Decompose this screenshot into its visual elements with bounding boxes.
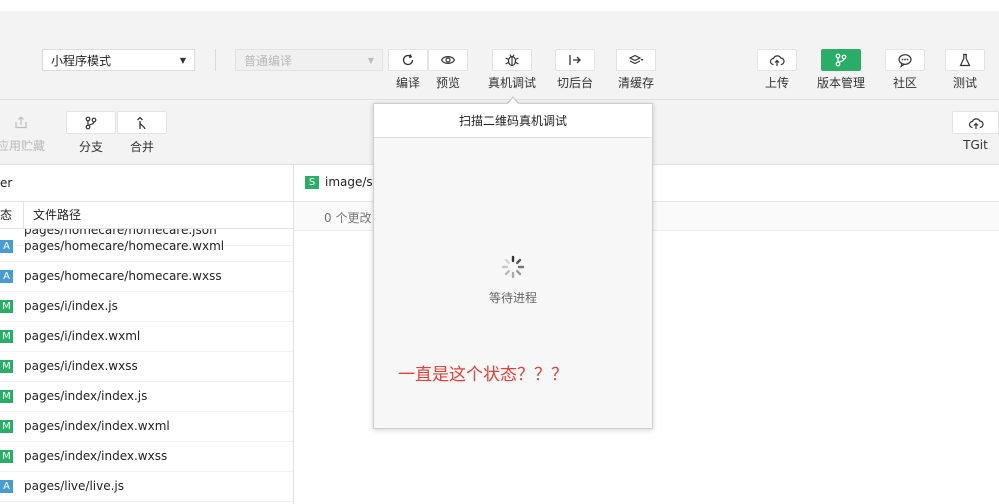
- status-badge: M: [0, 299, 13, 313]
- chevron-down-icon: ▼: [367, 55, 374, 65]
- refresh-icon: [402, 54, 414, 66]
- merge-label: 合并: [129, 140, 154, 154]
- remote-debug-label: 真机调试: [487, 76, 536, 90]
- status-badge: M: [0, 449, 13, 463]
- popup-header: 扫描二维码真机调试: [374, 104, 652, 138]
- loading-spinner-icon: [501, 255, 525, 279]
- status-badge: A: [0, 479, 13, 493]
- mode-select-value: 小程序模式: [51, 53, 112, 68]
- list-item[interactable]: Mpages/index/index.wxml: [0, 411, 293, 442]
- community-button[interactable]: [885, 49, 925, 71]
- preview-label: 预览: [435, 76, 460, 90]
- file-path: pages/i/index.js: [24, 299, 118, 313]
- remote-debug-popup: 扫描二维码真机调试 等待进程 一直是这个状态？？？: [373, 103, 653, 429]
- mode-select[interactable]: 小程序模式 ▼: [42, 49, 195, 71]
- toolbar-divider: [215, 49, 216, 71]
- compile-button[interactable]: [388, 49, 428, 71]
- stash-label: 应用贮藏: [0, 139, 45, 153]
- file-path: pages/live/live.js: [24, 479, 125, 493]
- list-item[interactable]: Apages/homecare/homecare.wxss: [0, 261, 293, 292]
- file-path: pages/i/index.wxss: [24, 359, 138, 373]
- clear-cache-button[interactable]: [616, 49, 656, 71]
- chat-icon: [898, 54, 912, 68]
- popup-title: 扫描二维码真机调试: [458, 114, 567, 128]
- chevron-down-icon: ▼: [179, 55, 186, 65]
- clear-cache-label: 清缓存: [617, 76, 654, 90]
- status-badge: M: [0, 329, 13, 343]
- stash-button[interactable]: [13, 114, 31, 132]
- file-path: pages/index/index.wxss: [24, 449, 168, 463]
- switch-background-icon: [569, 55, 581, 65]
- git-merge-icon: [137, 116, 146, 129]
- list-item[interactable]: Mpages/index/index.js: [0, 381, 293, 412]
- file-list[interactable]: pages/homecare/homecare.json Apages/home…: [0, 229, 293, 504]
- flask-icon: [959, 53, 971, 67]
- status-badge: M: [0, 419, 13, 433]
- changes-count: 0 个更改: [324, 211, 372, 225]
- branch-label: 分支: [78, 140, 103, 154]
- version-control-label: 版本管理: [816, 76, 865, 90]
- git-branch-icon: [835, 53, 847, 67]
- compile-label: 编译: [395, 76, 420, 90]
- git-branch-icon: [85, 116, 97, 129]
- test-label: 测试: [952, 76, 977, 90]
- tgit-label: TGit: [963, 138, 988, 152]
- remote-debug-button[interactable]: [492, 49, 532, 71]
- test-button[interactable]: [945, 49, 985, 71]
- switch-background-label: 切后台: [556, 76, 593, 90]
- annotation-text: 一直是这个状态？？？: [398, 365, 568, 385]
- list-item[interactable]: Mpages/i/index.wxml: [0, 321, 293, 352]
- list-item[interactable]: Apages/homecare/homecare.wxml: [0, 231, 293, 262]
- upload-button[interactable]: [757, 49, 797, 71]
- tgit-button[interactable]: [952, 111, 999, 134]
- column-divider: [23, 201, 24, 228]
- popup-status: 等待进程: [488, 291, 537, 305]
- eye-icon: [440, 56, 456, 64]
- main-toolbar: 小程序模式 ▼ 普通编译 ▼ 编译 预览 真机调试 切后台 清缓存 上传 版本管…: [0, 11, 999, 100]
- column-header-row: 态 文件路径: [0, 201, 293, 229]
- panel-header-title: er: [0, 176, 13, 190]
- file-path: pages/homecare/homecare.wxml: [24, 239, 225, 253]
- list-item[interactable]: Mpages/i/index.js: [0, 291, 293, 322]
- preview-button[interactable]: [428, 49, 468, 71]
- version-control-button[interactable]: [821, 49, 861, 71]
- status-badge: A: [0, 269, 13, 283]
- file-path: pages/index/index.js: [24, 389, 148, 403]
- cloud-upload-icon: [769, 55, 785, 66]
- status-badge: A: [0, 239, 13, 253]
- compile-select[interactable]: 普通编译 ▼: [235, 49, 383, 71]
- list-item[interactable]: Mpages/i/index.wxss: [0, 351, 293, 382]
- layers-icon: [628, 54, 644, 65]
- status-badge: M: [0, 389, 13, 403]
- merge-button[interactable]: [117, 111, 167, 134]
- status-badge: M: [0, 359, 13, 373]
- compile-select-value: 普通编译: [244, 53, 293, 68]
- file-path: pages/index/index.wxml: [24, 419, 170, 433]
- stash-icon: [15, 116, 27, 129]
- file-path: pages/homecare/homecare.wxss: [24, 269, 222, 283]
- panel-header: er: [0, 165, 293, 202]
- column-status: 态: [0, 208, 13, 222]
- popup-arrow-inner: [507, 98, 519, 105]
- window-top-strip: [0, 0, 999, 11]
- community-label: 社区: [892, 76, 917, 90]
- switch-background-button[interactable]: [555, 49, 595, 71]
- file-path: pages/i/index.wxml: [24, 329, 141, 343]
- upload-label: 上传: [764, 76, 789, 90]
- cloud-upload-icon: [968, 117, 984, 129]
- column-file-path: 文件路径: [33, 208, 82, 222]
- list-item[interactable]: Mpages/index/index.wxss: [0, 441, 293, 472]
- list-item[interactable]: Apages/live/live.js: [0, 471, 293, 502]
- changed-files-panel: er 态 文件路径 pages/homecare/homecare.json A…: [0, 165, 294, 504]
- file-type-badge: S: [305, 176, 319, 189]
- bug-icon: [505, 54, 519, 67]
- branch-button[interactable]: [66, 111, 116, 134]
